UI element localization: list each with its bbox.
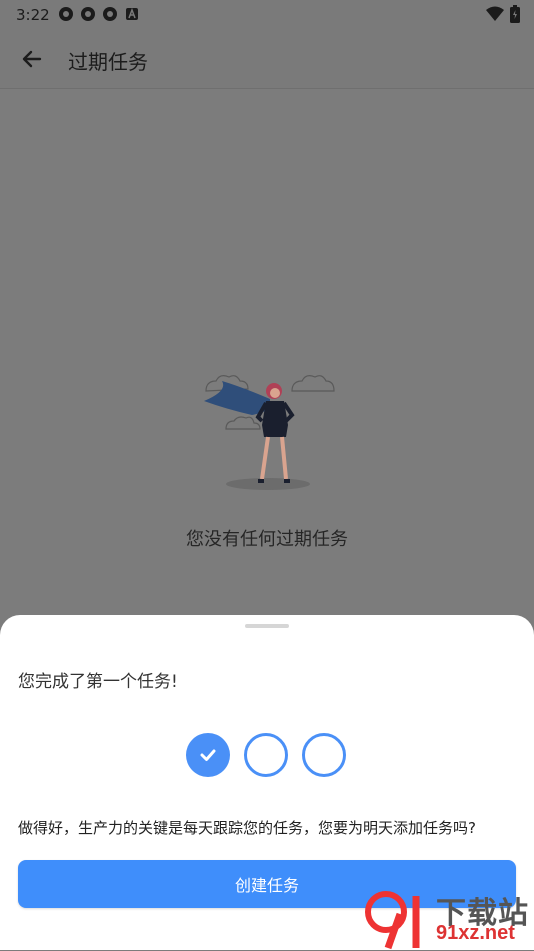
notification-icon bbox=[81, 7, 95, 21]
sheet-title: 您完成了第一个任务! bbox=[18, 672, 178, 692]
notification-icon bbox=[103, 7, 117, 21]
status-bar: 3:22 bbox=[0, 0, 534, 30]
status-time: 3:22 bbox=[16, 6, 50, 24]
watermark: 下载站 91xz.net bbox=[436, 888, 529, 944]
woman-with-cape-illustration bbox=[204, 375, 335, 490]
page-title: 过期任务 bbox=[68, 50, 148, 74]
wifi-icon bbox=[486, 6, 504, 21]
progress-indicator bbox=[186, 733, 346, 777]
arrow-left-icon[interactable] bbox=[18, 45, 46, 73]
watermark-url: 91xz.net bbox=[436, 922, 515, 944]
battery-icon bbox=[510, 5, 520, 23]
progress-step-completed bbox=[186, 733, 230, 777]
a-badge-icon bbox=[126, 7, 138, 20]
app-bar: 过期任务 bbox=[0, 30, 534, 88]
sheet-message: 做得好，生产力的关键是每天跟踪您的任务，您要为明天添加任务吗? bbox=[18, 819, 476, 837]
progress-step-pending bbox=[302, 733, 346, 777]
progress-step-pending bbox=[244, 733, 288, 777]
notification-icon bbox=[59, 7, 73, 21]
sheet-drag-handle[interactable] bbox=[245, 624, 289, 628]
checkmark-icon bbox=[200, 749, 216, 761]
empty-state-message: 您没有任何过期任务 bbox=[186, 529, 348, 550]
